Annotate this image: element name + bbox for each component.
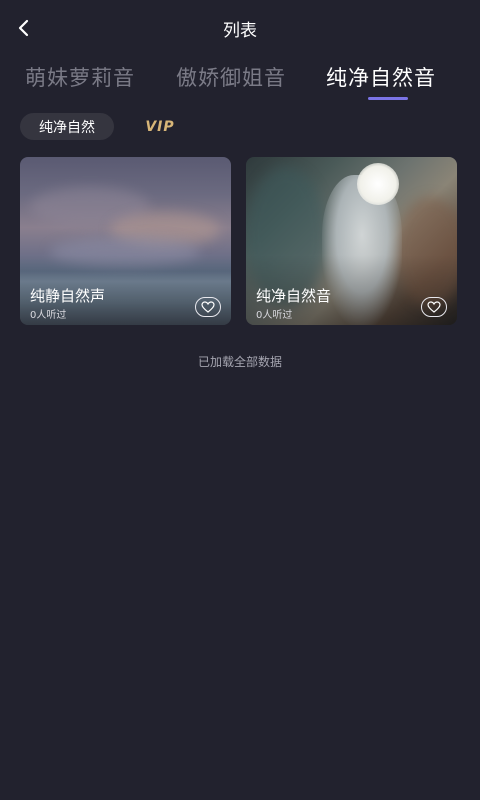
tab-active-indicator — [368, 97, 408, 100]
voice-card[interactable]: 纯净自然音 0人听过 — [246, 157, 457, 325]
tab-pure-natural-voice[interactable]: 纯净自然音 — [326, 62, 436, 92]
app-screen: 列表 萌妹萝莉音 傲娇御姐音 纯净自然音 纯净自然 VIP 纯静自然声 0人听过… — [0, 0, 480, 800]
page-title: 列表 — [223, 21, 257, 41]
category-tabs: 萌妹萝莉音 傲娇御姐音 纯净自然音 — [0, 62, 480, 102]
all-loaded-note: 已加载全部数据 — [197, 355, 282, 369]
tab-queen-voice[interactable]: 傲娇御姐音 — [176, 62, 286, 92]
favorite-button[interactable] — [421, 297, 447, 317]
heart-icon — [427, 301, 441, 313]
card-image-moon — [357, 163, 399, 205]
card-title: 纯静自然声 — [30, 287, 106, 305]
heart-icon — [201, 301, 215, 313]
favorite-button[interactable] — [195, 297, 221, 317]
tab-loli-voice[interactable]: 萌妹萝莉音 — [25, 62, 135, 92]
card-listeners: 0人听过 — [30, 310, 67, 321]
voice-card[interactable]: 纯静自然声 0人听过 — [20, 157, 231, 325]
card-listeners: 0人听过 — [256, 310, 293, 321]
chip-vip[interactable]: VIP — [132, 113, 188, 140]
header: 列表 — [0, 0, 480, 54]
card-title: 纯净自然音 — [256, 287, 332, 305]
chip-pure-natural[interactable]: 纯净自然 — [20, 113, 114, 140]
